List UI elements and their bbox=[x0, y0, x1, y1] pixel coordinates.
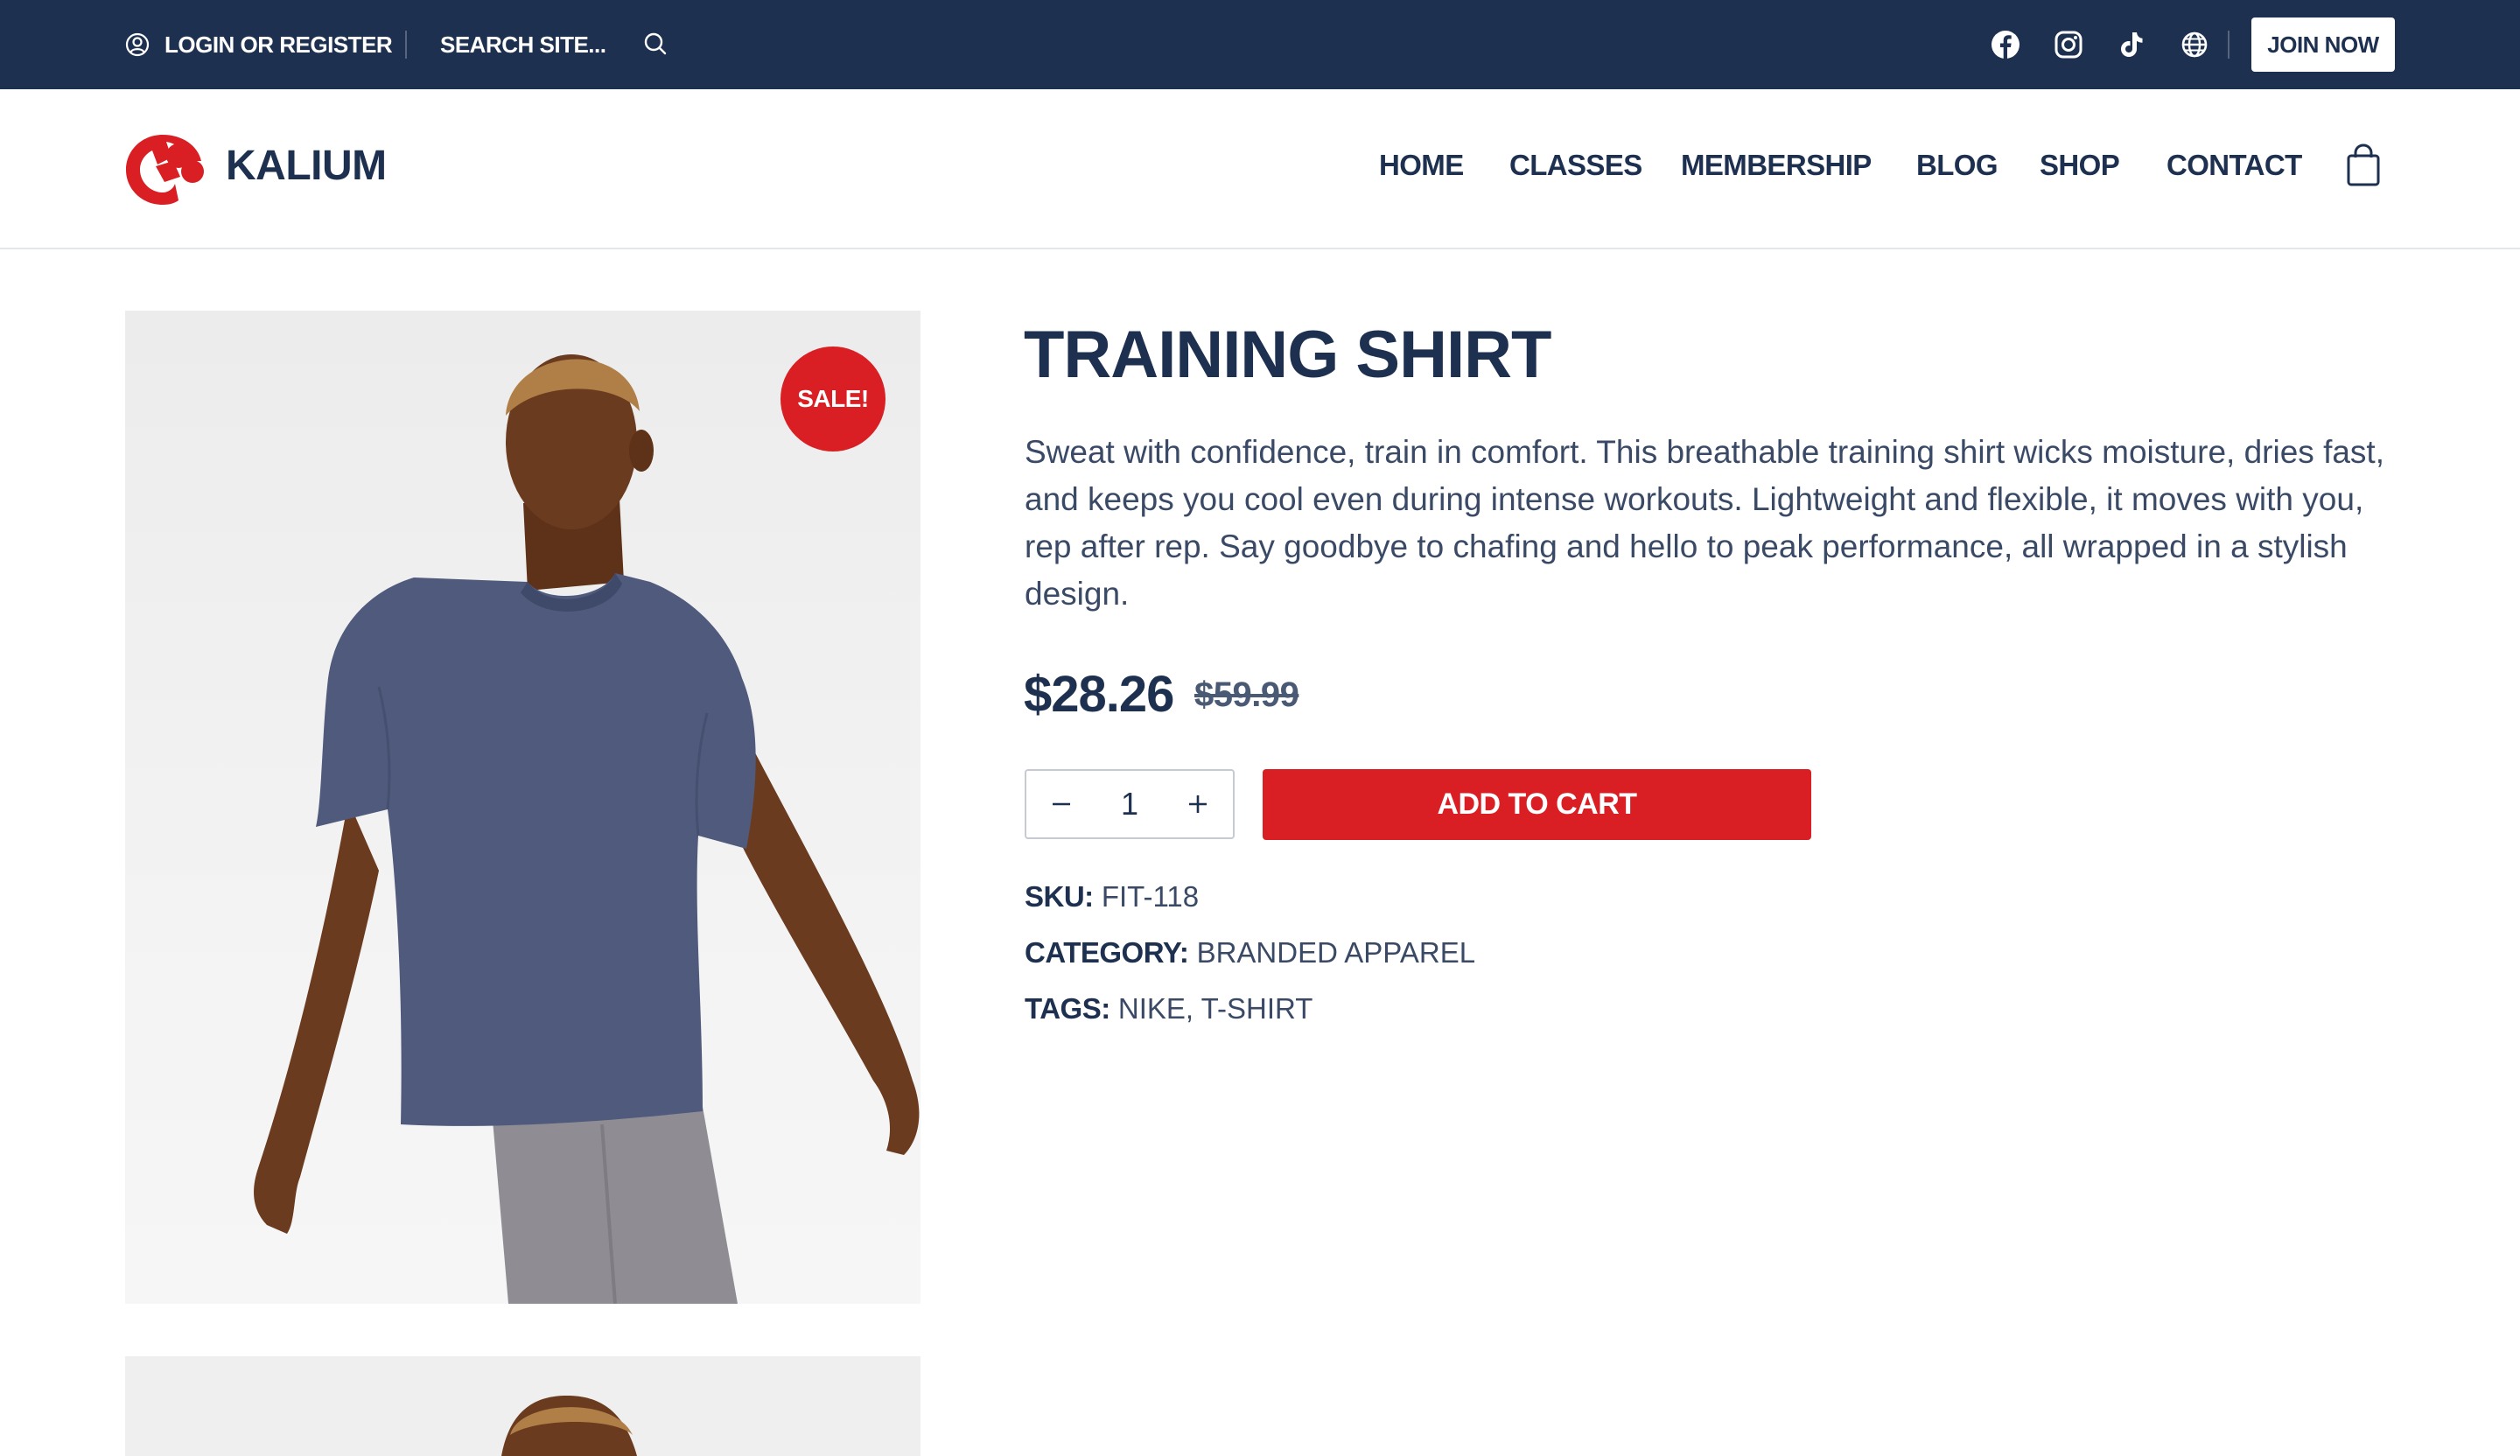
login-register-link[interactable]: LOGIN OR REGISTER bbox=[124, 0, 393, 89]
site-header: KALIUM HOME CLASSES MEMBERSHIP BLOG SHOP… bbox=[0, 89, 2520, 249]
search-icon[interactable] bbox=[642, 31, 668, 57]
product-image-secondary[interactable] bbox=[125, 1356, 920, 1456]
shopping-bag-icon[interactable] bbox=[2345, 144, 2382, 187]
plus-icon bbox=[1189, 795, 1207, 813]
logo-icon[interactable] bbox=[124, 131, 205, 208]
product-image[interactable] bbox=[125, 311, 920, 1304]
quantity-stepper: 1 bbox=[1025, 769, 1235, 839]
user-icon bbox=[125, 32, 150, 57]
product-description: Sweat with confidence, train in comfort.… bbox=[1025, 434, 2384, 612]
quantity-decrease-button[interactable] bbox=[1026, 771, 1096, 837]
product-category: CATEGORY: BRANDED APPAREL bbox=[1025, 936, 1475, 970]
nav-home[interactable]: HOME bbox=[1379, 149, 1464, 182]
globe-icon[interactable] bbox=[2178, 28, 2211, 61]
product-photo-secondary bbox=[501, 1396, 637, 1456]
sale-badge: SALE! bbox=[780, 346, 886, 452]
quantity-input[interactable]: 1 bbox=[1096, 771, 1163, 837]
nav-blog[interactable]: BLOG bbox=[1916, 149, 1998, 182]
category-label: CATEGORY: bbox=[1025, 936, 1189, 969]
nav-membership[interactable]: MEMBERSHIP bbox=[1681, 149, 1872, 182]
category-link[interactable]: BRANDED APPAREL bbox=[1197, 936, 1476, 969]
nav-contact[interactable]: CONTACT bbox=[2166, 149, 2302, 182]
login-register-label: LOGIN OR REGISTER bbox=[164, 31, 393, 58]
product-sku: SKU: FIT-118 bbox=[1025, 880, 1199, 914]
sku-label: SKU: bbox=[1025, 880, 1094, 913]
sku-value: FIT-118 bbox=[1101, 880, 1200, 913]
logo-text[interactable]: KALIUM bbox=[226, 142, 387, 190]
original-price: $59.99 bbox=[1194, 676, 1299, 714]
instagram-icon[interactable] bbox=[2052, 28, 2085, 61]
join-now-button[interactable]: JOIN NOW bbox=[2251, 18, 2395, 72]
topbar-divider bbox=[2228, 31, 2230, 59]
search-site-link[interactable]: SEARCH SITE... bbox=[440, 0, 606, 89]
add-to-cart-button[interactable]: ADD TO CART bbox=[1263, 769, 1811, 840]
tags-label: TAGS: bbox=[1025, 992, 1110, 1025]
search-site-label: SEARCH SITE... bbox=[440, 31, 606, 58]
sale-price: $28.26 bbox=[1024, 666, 1174, 723]
tiktok-icon[interactable] bbox=[2115, 28, 2148, 61]
nav-classes[interactable]: CLASSES bbox=[1509, 149, 1642, 182]
product-title: TRAINING SHIRT bbox=[1024, 318, 1551, 392]
product-photo bbox=[254, 354, 920, 1304]
top-bar: LOGIN OR REGISTER SEARCH SITE... JOIN NO… bbox=[0, 0, 2520, 89]
minus-icon bbox=[1053, 802, 1070, 806]
product-tags: TAGS: NIKE, T-SHIRT bbox=[1025, 992, 1312, 1026]
topbar-divider bbox=[405, 31, 407, 59]
quantity-increase-button[interactable] bbox=[1163, 771, 1233, 837]
facebook-icon[interactable] bbox=[1989, 28, 2022, 61]
tags-links[interactable]: NIKE, T-SHIRT bbox=[1118, 992, 1313, 1025]
nav-shop[interactable]: SHOP bbox=[2040, 149, 2120, 182]
